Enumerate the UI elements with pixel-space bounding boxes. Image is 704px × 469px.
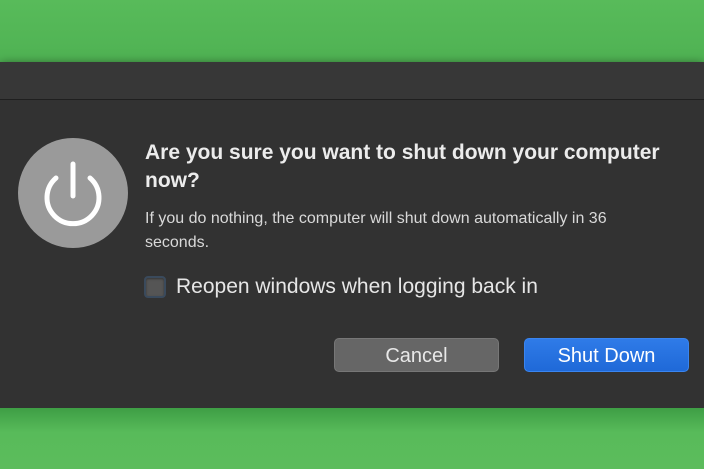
dialog-title: Are you sure you want to shut down your … <box>145 141 660 192</box>
power-symbol-icon <box>44 161 102 227</box>
power-icon <box>18 138 128 248</box>
dialog-message: If you do nothing, the computer will shu… <box>145 210 607 251</box>
desktop-background-bottom <box>0 408 704 469</box>
reopen-windows-label[interactable]: Reopen windows when logging back in <box>176 273 538 301</box>
reopen-windows-option[interactable]: Reopen windows when logging back in <box>144 272 538 302</box>
cancel-button[interactable]: Cancel <box>334 338 499 372</box>
shutdown-dialog: Are you sure you want to shut down your … <box>0 62 704 410</box>
dialog-titlebar <box>0 62 704 100</box>
desktop-background-top <box>0 0 704 62</box>
shut-down-button[interactable]: Shut Down <box>524 338 689 372</box>
reopen-windows-checkbox[interactable] <box>144 276 166 298</box>
